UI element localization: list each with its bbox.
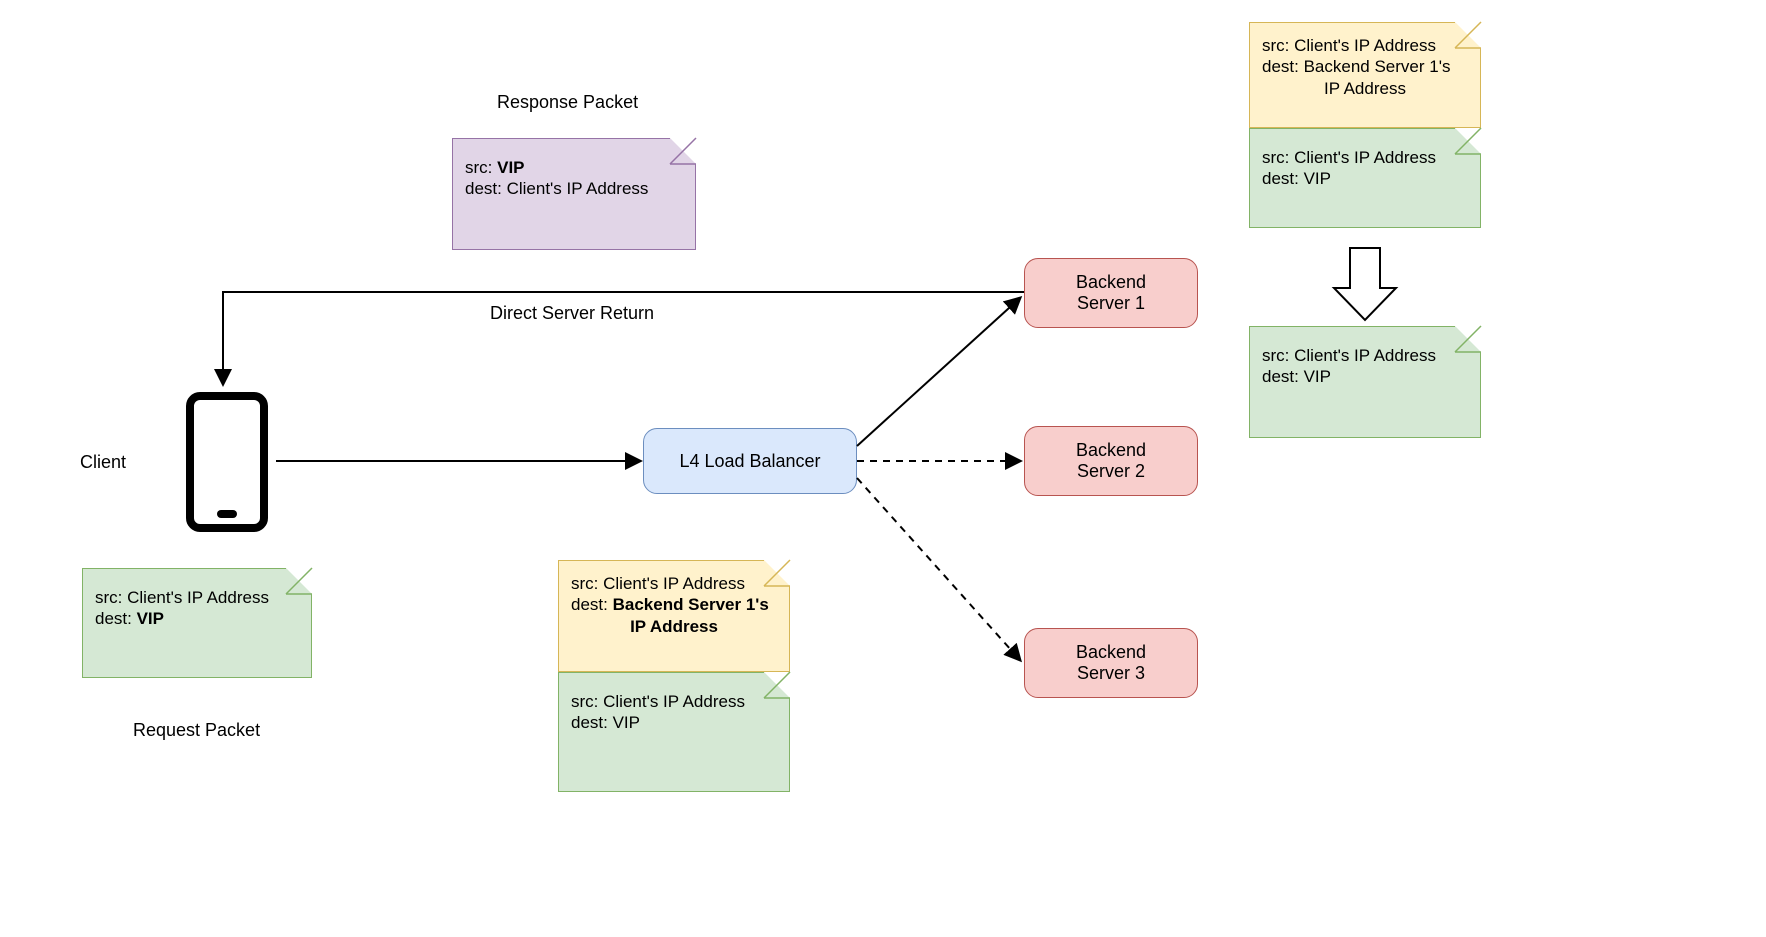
note-text: dest: — [571, 595, 613, 614]
node-label: Backend Server 2 — [1076, 440, 1146, 482]
note-text: dest: VIP — [571, 712, 777, 733]
backend-server-1-node: Backend Server 1 — [1024, 258, 1198, 328]
note-text: src: — [465, 158, 497, 177]
note-text: dest: — [95, 609, 137, 628]
note-text: VIP — [497, 158, 524, 177]
note-lb-inner-packet: src: Client's IP Address dest: VIP — [558, 672, 790, 792]
note-lb-outer-packet: src: Client's IP Address dest: Backend S… — [558, 560, 790, 672]
response-packet-title: Response Packet — [497, 92, 638, 113]
note-text: src: Client's IP Address — [1262, 345, 1468, 366]
note-text: src: Client's IP Address — [1262, 147, 1468, 168]
note-text: Backend Server 1's — [613, 595, 769, 614]
note-text: src: Client's IP Address — [571, 573, 777, 594]
l4-load-balancer-node: L4 Load Balancer — [643, 428, 857, 494]
note-text: src: Client's IP Address — [1262, 35, 1468, 56]
request-packet-title: Request Packet — [133, 720, 260, 741]
note-server-outer-packet: src: Client's IP Address dest: Backend S… — [1249, 22, 1481, 128]
note-response-packet: src: VIP dest: Client's IP Address — [452, 138, 696, 250]
note-text: IP Address — [571, 616, 777, 637]
note-text: VIP — [137, 609, 164, 628]
note-text: dest: VIP — [1262, 168, 1468, 189]
node-label: Backend Server 3 — [1076, 642, 1146, 684]
backend-server-2-node: Backend Server 2 — [1024, 426, 1198, 496]
node-label: L4 Load Balancer — [679, 451, 820, 472]
note-request-packet: src: Client's IP Address dest: VIP — [82, 568, 312, 678]
direct-server-return-label: Direct Server Return — [490, 303, 654, 324]
decapsulation-arrow-icon — [1334, 248, 1396, 320]
note-text: src: Client's IP Address — [571, 691, 777, 712]
node-label: Backend Server 1 — [1076, 272, 1146, 314]
note-decapsulated-packet: src: Client's IP Address dest: VIP — [1249, 326, 1481, 438]
client-device-icon — [186, 392, 268, 532]
backend-server-3-node: Backend Server 3 — [1024, 628, 1198, 698]
note-text: dest: Backend Server 1's — [1262, 56, 1468, 77]
client-label: Client — [80, 452, 126, 473]
note-text: src: Client's IP Address — [95, 587, 299, 608]
note-server-inner-packet: src: Client's IP Address dest: VIP — [1249, 128, 1481, 228]
note-text: IP Address — [1262, 78, 1468, 99]
note-text: dest: VIP — [1262, 366, 1468, 387]
note-text: dest: Client's IP Address — [465, 178, 683, 199]
